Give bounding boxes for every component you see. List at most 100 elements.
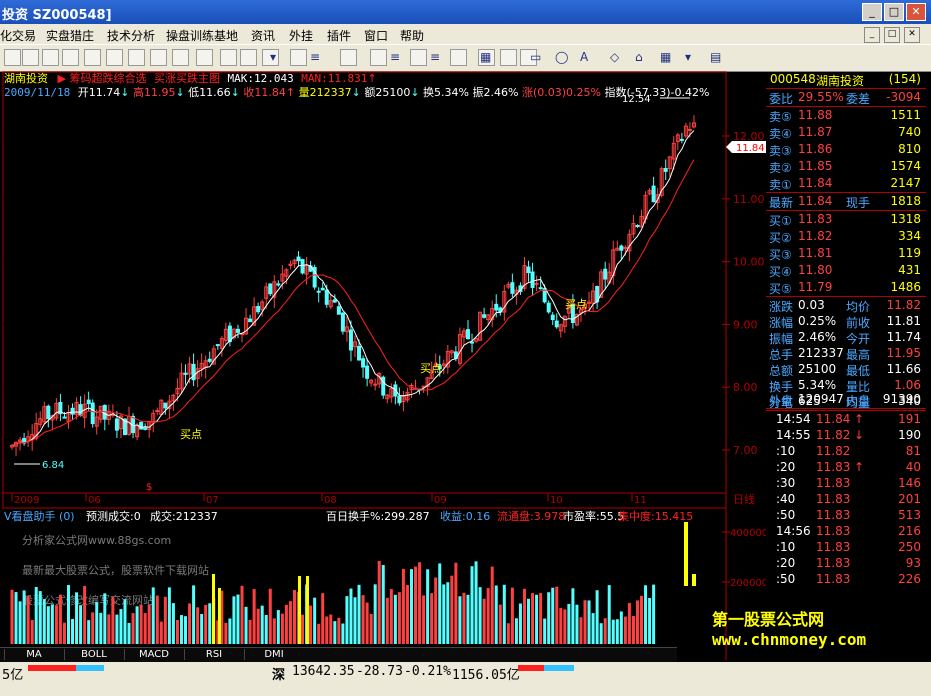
table-icon[interactable] [150,49,167,66]
menu-item-6[interactable]: 插件 [327,27,351,44]
close-button[interactable]: ✕ [906,3,926,21]
fan-icon[interactable] [290,49,307,66]
menu-minimize-icon[interactable]: _ [864,27,880,43]
menu-close-icon[interactable]: ✕ [904,27,920,43]
kline-chart[interactable]: 12.0011.0010.009.008.007.002009 06 07 08 09 1… [0,70,766,662]
text-icon[interactable] [450,49,467,66]
tick-row: :20 11.83 93 [766,556,926,573]
divider [766,410,926,411]
menu-item-4[interactable]: 资讯 [251,27,275,44]
candle [530,271,535,288]
line-icon[interactable] [240,49,257,66]
divider [766,296,926,297]
tool-glyph-1[interactable]: ≡ [310,50,320,64]
volume-bar [474,561,478,644]
market-bar-red-2 [518,665,544,671]
channel-icon[interactable] [340,49,357,66]
candle [268,283,273,295]
layout-icon[interactable] [42,49,59,66]
tool-glyph-5[interactable]: ▭ [530,50,541,64]
circle-icon[interactable] [410,49,427,66]
volume-bar [175,619,179,644]
volume-bar [292,589,296,644]
volume-bar [107,614,111,644]
ask-row-t: 卖① [769,178,792,192]
open-icon[interactable] [4,49,21,66]
pen-icon[interactable] [84,49,101,66]
chart-icon[interactable] [196,49,213,66]
volume-bar [14,592,18,644]
tool-glyph-9[interactable]: ⌂ [635,50,643,64]
sub-tick-label-1: 200000 [730,578,766,589]
tick-row-t: 11.82 [816,444,851,458]
volume-split-t: 外盘 [769,394,794,408]
grid-icon[interactable] [106,49,123,66]
tick-row-t: 14:55 [776,428,811,442]
candle [300,259,305,274]
volume-split: 外盘 120947 内盘 91390 [766,392,926,409]
volume-bar [66,585,70,644]
quote-title-t: 湖南投资 [816,74,865,88]
volume-bar [361,595,365,644]
market-pct: -0.21% [404,664,451,679]
stat-row-t: 总手 [769,348,794,362]
last-row-t: 最新 [769,196,794,210]
quote-panel: 000548 湖南投资 (154) 委比 29.55% 委差 -3094 卖⑤ 11.88 151… [766,70,926,590]
tab-ma[interactable]: MA [4,649,63,660]
window-icon[interactable] [172,49,189,66]
volume-bar [430,593,434,644]
menu-item-3[interactable]: 操盘训练基地 [166,27,238,44]
sub-profit: 收益:0.16 [440,509,490,523]
rect-icon[interactable] [370,49,387,66]
volume-bar [208,603,212,644]
tool-glyph-10[interactable]: ▦ [660,50,671,64]
buy-point-label-1: 买点 [420,362,442,375]
list-icon[interactable] [128,49,145,66]
tab-rsi[interactable]: RSI [184,649,243,660]
volume-bar [494,585,498,644]
volume-bar [462,592,466,644]
tool-glyph-11[interactable]: ▾ [685,50,691,64]
volume-bar [313,597,317,644]
maximize-button[interactable]: □ [884,3,904,21]
tab-dmi[interactable]: DMI [244,649,303,660]
stat-row-t: 涨幅 [769,316,794,330]
tool-glyph-4[interactable]: ▦ [480,50,491,64]
tab-boll[interactable]: BOLL [64,649,123,660]
tab-macd[interactable]: MACD [124,649,183,660]
minimize-button[interactable]: _ [862,3,882,21]
candle [550,314,555,321]
candle [534,282,539,285]
volume-bar [627,602,631,644]
gear-icon[interactable] [500,49,517,66]
tool-glyph-0[interactable]: ▾ [270,50,276,64]
tool-glyph-8[interactable]: ◇ [610,50,619,64]
draw-icon[interactable] [220,49,237,66]
menu-item-2[interactable]: 技术分析 [107,27,155,44]
volume-bar-highlight [306,576,309,644]
menu-restore-icon[interactable]: □ [884,27,900,43]
menu-item-1[interactable]: 实盘猎庄 [46,27,94,44]
tool-glyph-2[interactable]: ≡ [390,50,400,64]
tool-glyph-3[interactable]: ≡ [430,50,440,64]
menu-item-8[interactable]: 帮助 [400,27,424,44]
menu-item-0[interactable]: 化交易 [0,27,36,44]
volume-bar [648,598,652,644]
ask-row-rr: 2147 [890,176,921,190]
candle [348,329,353,351]
candle [78,404,83,416]
tool-glyph-6[interactable]: ◯ [555,50,568,64]
book-icon[interactable] [22,49,39,66]
tick-row-rr: 191 [898,412,921,426]
tick-row-t: :50 [776,508,796,522]
menu-item-7[interactable]: 窗口 [364,27,388,44]
menu-item-5[interactable]: 外挂 [289,27,313,44]
candle [332,299,337,303]
volume-bar [644,585,648,644]
tool-glyph-7[interactable]: A [580,50,588,64]
volume-bar [502,584,506,644]
volume-bar [159,621,163,644]
ma-white-line [11,130,695,446]
tool-glyph-12[interactable]: ▤ [710,50,721,64]
alert-icon[interactable] [62,49,79,66]
